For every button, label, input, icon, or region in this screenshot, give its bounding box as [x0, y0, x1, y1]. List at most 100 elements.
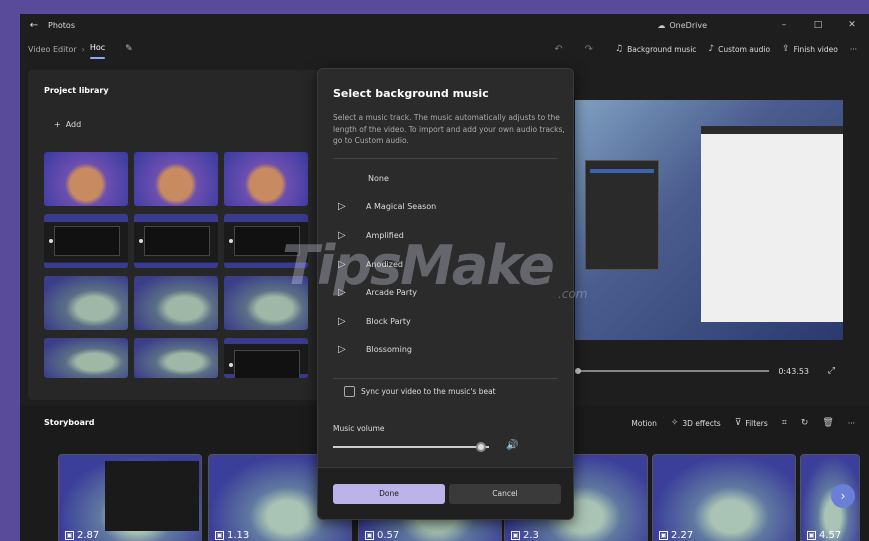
scrubber-thumb[interactable]: [575, 368, 581, 374]
library-thumbnail[interactable]: [44, 338, 128, 378]
image-icon: ▣: [365, 531, 374, 540]
chevron-right-icon: ›: [840, 489, 846, 503]
finish-video-label: Finish video: [793, 44, 838, 54]
title-bar-right: ☁ OneDrive – □ ✕: [657, 14, 869, 36]
preview-screenshot: [701, 126, 843, 322]
redo-icon[interactable]: ↷: [585, 44, 593, 55]
fullscreen-icon[interactable]: ⤢: [828, 366, 835, 376]
maximize-button[interactable]: □: [801, 20, 835, 30]
storyboard-clip[interactable]: ▣ 2.87: [58, 454, 202, 541]
clip-duration: ▣ 2.87: [65, 530, 99, 541]
library-thumbnail[interactable]: [134, 214, 218, 268]
sync-beat-checkbox[interactable]: [344, 386, 355, 397]
pencil-icon[interactable]: ✎: [125, 44, 133, 54]
track-item[interactable]: ▷ A Magical Season: [338, 196, 436, 216]
play-icon[interactable]: ▷: [338, 316, 352, 327]
dialog-title: Select background music: [333, 87, 489, 100]
finish-video-button[interactable]: ⇪ Finish video: [782, 44, 838, 54]
custom-audio-button[interactable]: ♪ Custom audio: [708, 44, 770, 54]
sync-beat-label: Sync your video to the music's beat: [361, 387, 496, 396]
filter-icon: ⊽: [734, 418, 742, 428]
preview-context-menu: [585, 160, 659, 270]
watermark-logo: TipsMake: [282, 234, 555, 297]
dialog-divider: [333, 158, 558, 159]
track-name: None: [368, 173, 389, 183]
clip-frame: [105, 461, 199, 531]
clip-duration: ▣ 4.57: [807, 530, 841, 541]
onedrive-label: OneDrive: [669, 20, 707, 30]
library-thumbnail[interactable]: [44, 276, 128, 330]
library-thumbnail[interactable]: [44, 214, 128, 268]
background-music-label: Background music: [627, 44, 697, 54]
dialog-footer: Done Cancel: [318, 467, 573, 519]
editor-toolbar: Video Editor › Hoc ✎ ↶ ↷ ♫ Background mu…: [20, 36, 869, 62]
play-icon[interactable]: ▷: [338, 201, 352, 212]
crop-icon: ⌗: [781, 418, 787, 428]
rotate-button[interactable]: ↻: [801, 418, 809, 428]
motion-label: Motion: [631, 418, 657, 428]
breadcrumb-video-editor[interactable]: Video Editor: [28, 45, 77, 54]
rotate-icon: ↻: [800, 418, 809, 428]
library-thumbnail[interactable]: [134, 276, 218, 330]
library-thumbnail[interactable]: [224, 338, 308, 378]
filters-label: Filters: [745, 418, 768, 428]
library-thumbnail[interactable]: [44, 152, 128, 206]
minimize-button[interactable]: –: [767, 20, 801, 30]
breadcrumb-project-name[interactable]: Hoc: [89, 43, 106, 59]
cancel-button[interactable]: Cancel: [449, 484, 561, 504]
filters-button[interactable]: ⊽ Filters: [735, 418, 768, 428]
clip-duration-value: 4.57: [819, 530, 842, 541]
image-icon: ▣: [659, 531, 668, 540]
clip-duration-value: 1.13: [227, 530, 250, 541]
onedrive-status[interactable]: ☁ OneDrive: [657, 21, 707, 30]
clip-duration-value: 2.27: [671, 530, 694, 541]
storyboard-more-button[interactable]: ···: [848, 419, 855, 428]
background-music-button[interactable]: ♫ Background music: [615, 44, 696, 54]
project-library-title: Project library: [44, 86, 109, 95]
motion-button[interactable]: Motion: [631, 419, 656, 428]
dialog-divider: [333, 378, 558, 379]
storyboard-clip[interactable]: ▣ 2.27: [652, 454, 796, 541]
clip-duration: ▣ 2.27: [659, 530, 693, 541]
add-media-label: Add: [65, 120, 82, 129]
volume-thumb[interactable]: [476, 442, 487, 452]
undo-icon[interactable]: ↶: [554, 44, 562, 55]
clip-duration: ▣ 1.13: [215, 530, 249, 541]
done-button[interactable]: Done: [333, 484, 445, 504]
close-button[interactable]: ✕: [835, 20, 869, 30]
image-icon: ▣: [215, 531, 224, 540]
3d-effects-button[interactable]: ✧ 3D effects: [671, 418, 721, 428]
play-icon[interactable]: ▷: [338, 344, 352, 355]
track-none[interactable]: None: [368, 168, 389, 188]
music-volume-slider[interactable]: 🔊: [333, 440, 533, 453]
track-item[interactable]: ▷ Block Party: [338, 311, 411, 331]
storyboard-next-button[interactable]: ›: [831, 484, 855, 508]
add-media-button[interactable]: + Add: [54, 120, 81, 129]
app-title: Photos: [48, 20, 75, 30]
watermark-suffix: .com: [558, 287, 588, 301]
volume-track[interactable]: [333, 446, 489, 448]
track-name: Blossoming: [366, 344, 412, 354]
library-thumbnail[interactable]: [224, 152, 308, 206]
storyboard-title: Storyboard: [44, 418, 95, 427]
track-name: Block Party: [366, 316, 411, 326]
cloud-icon: ☁: [657, 20, 666, 30]
speaker-icon[interactable]: 🔊: [506, 440, 518, 451]
track-item[interactable]: ▷ Blossoming: [338, 339, 412, 359]
more-options-button[interactable]: ···: [850, 45, 857, 54]
3d-effects-label: 3D effects: [682, 418, 721, 428]
music-note-icon: ♫: [615, 44, 624, 54]
playback-scrubber[interactable]: 0:43.53 ⤢: [575, 360, 843, 382]
sync-beat-option[interactable]: Sync your video to the music's beat: [344, 386, 496, 397]
storyboard-tools: Motion ✧ 3D effects ⊽ Filters ⌗ ↻ 🗑 ···: [631, 412, 869, 434]
crop-button[interactable]: ⌗: [782, 418, 787, 428]
sparkle-icon: ✧: [670, 418, 679, 428]
library-thumbnail[interactable]: [134, 338, 218, 378]
clip-duration: ▣ 2.3: [511, 530, 539, 541]
video-preview[interactable]: [575, 100, 843, 340]
clip-duration: ▣ 0.57: [365, 530, 399, 541]
scrubber-track[interactable]: [579, 370, 769, 372]
back-arrow-icon[interactable]: ←: [20, 20, 48, 31]
library-thumbnail[interactable]: [134, 152, 218, 206]
delete-button[interactable]: 🗑: [822, 418, 833, 428]
